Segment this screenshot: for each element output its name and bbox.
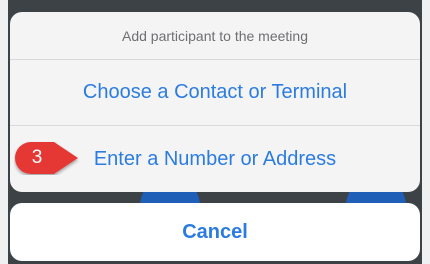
- cancel-button[interactable]: Cancel: [10, 203, 420, 261]
- step-number: 3: [31, 147, 43, 168]
- choose-contact-or-terminal-option[interactable]: Choose a Contact or Terminal: [10, 60, 420, 126]
- action-sheet-title: Add participant to the meeting: [10, 12, 420, 60]
- step-callout-badge: 3: [14, 141, 80, 175]
